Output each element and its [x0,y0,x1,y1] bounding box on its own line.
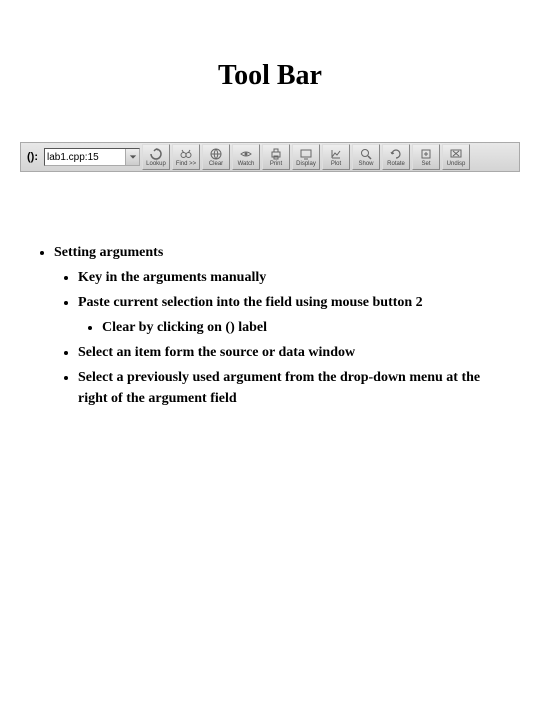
find-button[interactable]: Find >> [172,144,200,170]
rotate-button[interactable]: Rotate [382,144,410,170]
button-label: Rotate [387,161,405,167]
list-item-text: Paste current selection into the field u… [78,295,423,310]
list-item: Key in the arguments manually [78,267,510,288]
paren-label[interactable]: (): [23,151,42,163]
globe-icon [210,148,222,160]
display-icon [300,148,312,160]
clear-button[interactable]: Clear [202,144,230,170]
plot-button[interactable]: Plot [322,144,350,170]
argument-field[interactable] [45,149,125,165]
chevron-down-icon [129,153,137,161]
lookup-button[interactable]: Lookup [142,144,170,170]
rotate2-icon [390,148,402,160]
undisp-button[interactable]: Undisp [442,144,470,170]
button-label: Print [270,161,282,167]
print-button[interactable]: Print [262,144,290,170]
undisp-icon [450,148,462,160]
toolbar: (): Lookup Find >> Clear [20,142,520,172]
button-label: Display [296,161,316,167]
content: Setting arguments Key in the arguments m… [30,242,510,409]
set-icon [420,148,432,160]
magnify-icon [360,148,372,160]
button-label: Undisp [447,161,466,167]
show-button[interactable]: Show [352,144,380,170]
list-subitem: Clear by clicking on () label [102,317,510,338]
button-label: Lookup [146,161,166,167]
binoculars-icon [180,148,192,160]
printer-icon [270,148,282,160]
button-label: Plot [331,161,341,167]
button-label: Show [358,161,373,167]
argument-dropdown[interactable] [125,149,139,165]
content-heading: Setting arguments [54,242,510,263]
button-label: Find >> [176,161,196,167]
page-title: Tool Bar [30,60,510,92]
plot-icon [330,148,342,160]
button-label: Watch [238,161,255,167]
button-label: Clear [209,161,223,167]
watch-button[interactable]: Watch [232,144,260,170]
set-button[interactable]: Set [412,144,440,170]
display-button[interactable]: Display [292,144,320,170]
button-label: Set [421,161,430,167]
argument-field-wrap [44,148,140,166]
eye-icon [240,148,252,160]
rotate-icon [150,148,162,160]
list-item: Select a previously used argument from t… [78,367,510,409]
list-item: Paste current selection into the field u… [78,292,510,338]
list-item: Select an item form the source or data w… [78,342,510,363]
